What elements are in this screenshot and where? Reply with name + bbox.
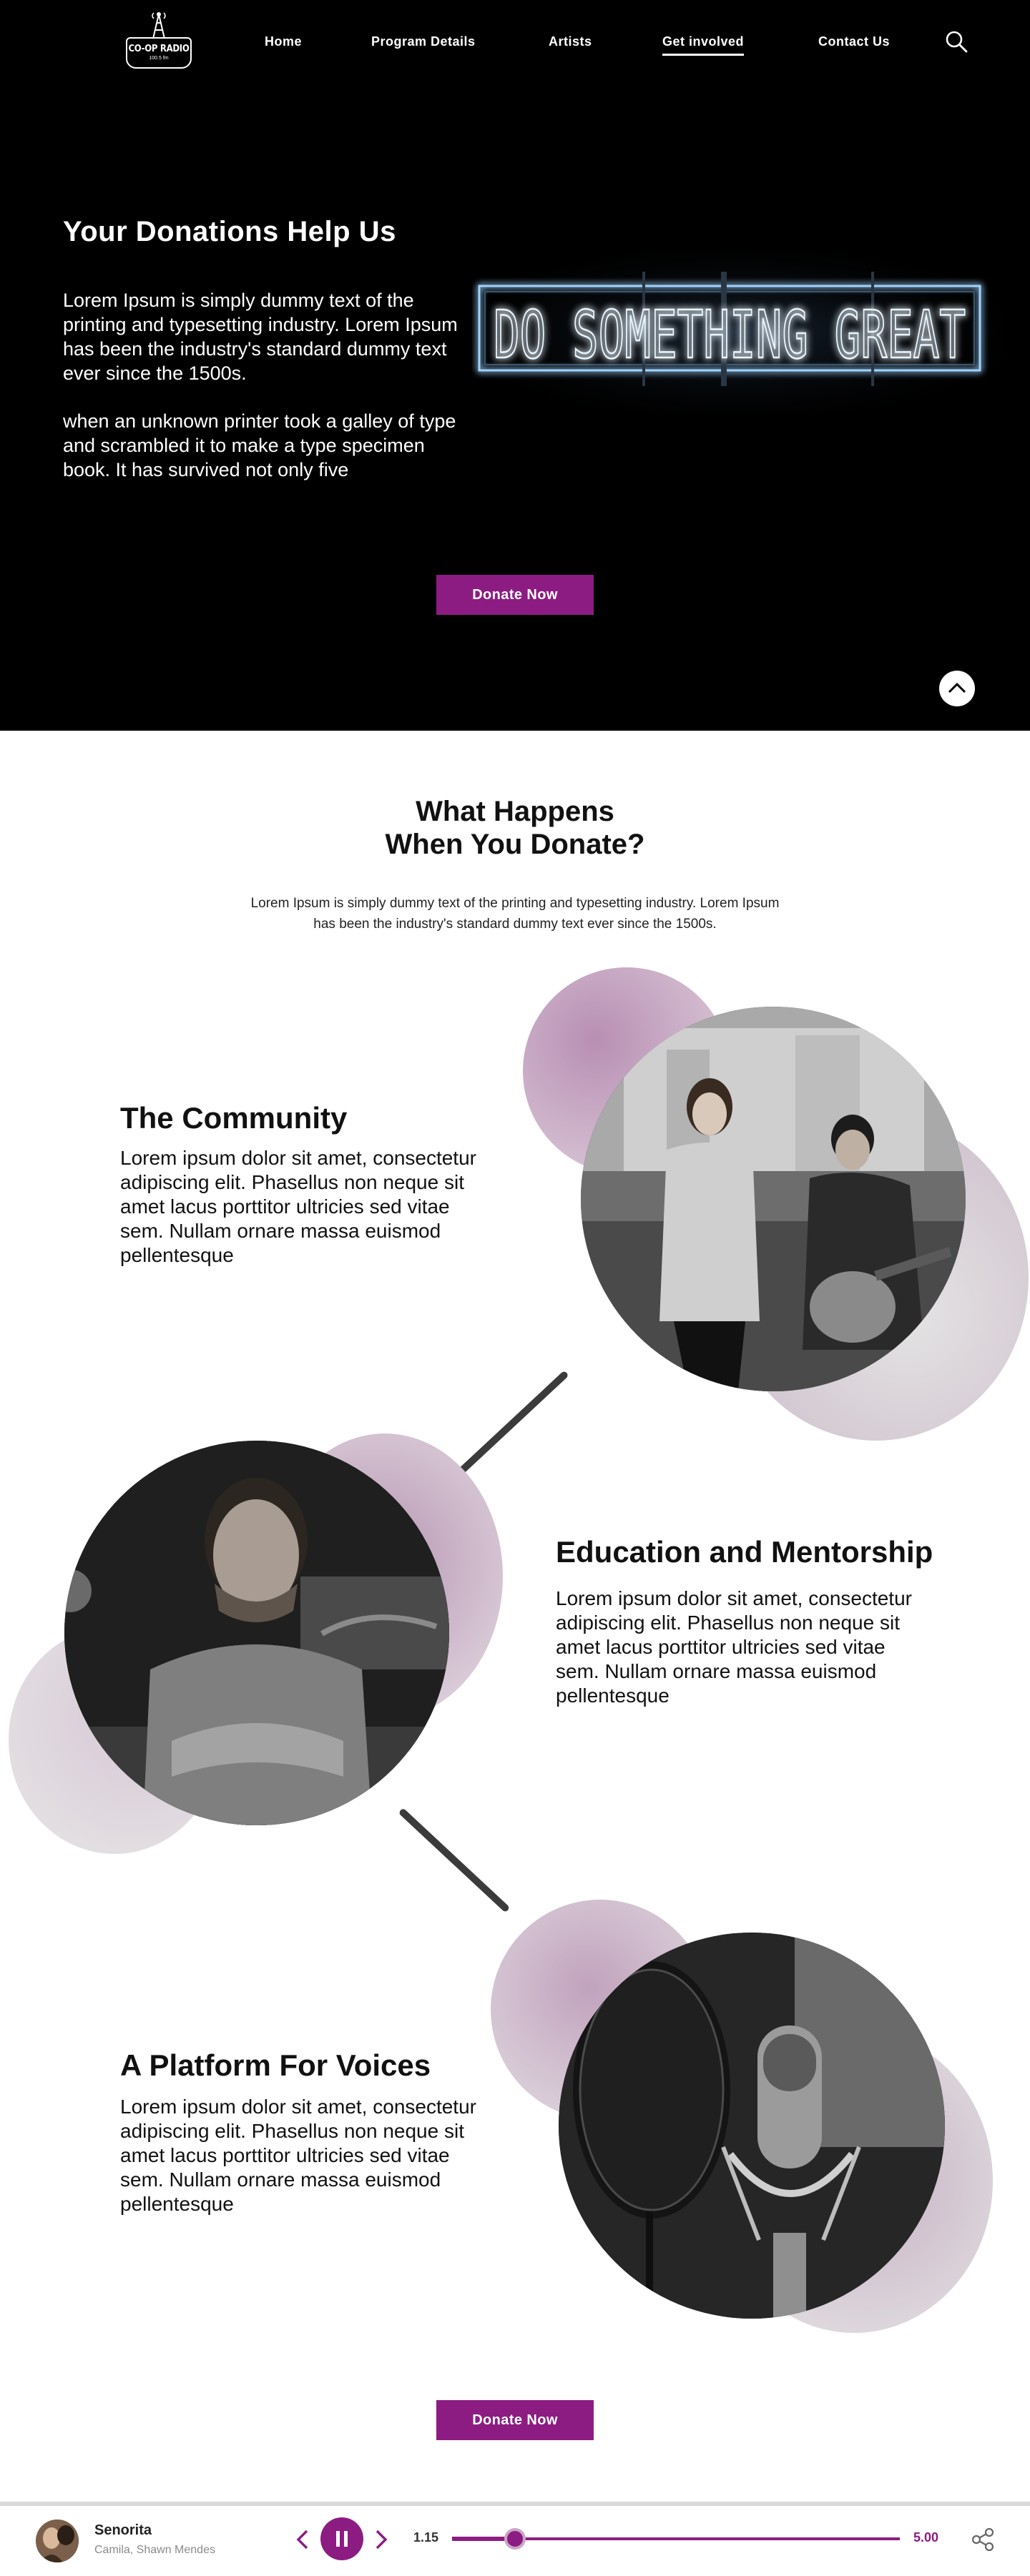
share-icon[interactable] <box>970 2527 996 2552</box>
mentor-photo-image <box>64 1441 449 1825</box>
section-body-community: Lorem ipsum dolor sit amet, consectetur … <box>120 1147 476 1266</box>
section-title-community: The Community <box>120 1101 348 1135</box>
nav-program-details[interactable]: Program Details <box>371 34 476 49</box>
nav-contact-us[interactable]: Contact Us <box>818 34 890 49</box>
impact-subtitle: Lorem Ipsum is simply dummy text of the … <box>250 896 780 932</box>
section-body-platform: Lorem ipsum dolor sit amet, consectetur … <box>120 2096 476 2215</box>
community-photo <box>581 1007 966 1391</box>
total-time: 5.00 <box>913 2530 939 2545</box>
neon-sign-image: DO SOMETHING GREAT <box>472 250 1001 415</box>
nav-home[interactable]: Home <box>265 34 302 49</box>
section-title-platform: A Platform For Voices <box>120 2048 431 2082</box>
section-body-education: Lorem ipsum dolor sit amet, consectetur … <box>556 1587 912 1707</box>
pause-icon <box>336 2531 348 2547</box>
connector-line <box>398 1807 511 1913</box>
neon-sign-text: DO SOMETHING GREAT <box>494 297 966 373</box>
logo-tagline: 100.5 fm <box>149 56 169 61</box>
search-icon[interactable] <box>944 29 968 54</box>
scroll-to-top-button[interactable] <box>939 671 975 706</box>
section-title-education: Education and Mentorship <box>556 1535 933 1569</box>
pause-button[interactable] <box>320 2517 363 2560</box>
track-title: Senorita <box>94 2522 152 2538</box>
donate-now-button-hero[interactable]: Donate Now <box>436 575 594 615</box>
previous-icon[interactable] <box>295 2529 310 2550</box>
nav-artists[interactable]: Artists <box>549 34 592 49</box>
album-cover-image <box>36 2520 79 2562</box>
hero-title: Your Donations Help Us <box>63 216 396 247</box>
donate-now-button-bottom[interactable]: Donate Now <box>436 2400 594 2440</box>
progress-handle[interactable] <box>504 2528 526 2550</box>
radio-tower-icon <box>152 12 166 39</box>
impact-title-line-2: When You Donate? <box>385 829 645 860</box>
mentor-photo <box>64 1441 449 1825</box>
impact-title: What Happens When You Donate? <box>0 795 1030 861</box>
hero-paragraph-2: when an unknown printer took a galley of… <box>63 410 456 480</box>
logo-badge: CO-OP RADIO 100.5 fm <box>126 37 192 69</box>
site-logo[interactable]: CO-OP RADIO 100.5 fm <box>123 11 195 71</box>
nav-get-involved[interactable]: Get involved <box>662 34 745 56</box>
track-artist: Camila, Shawn Mendes <box>94 2544 215 2556</box>
community-photo-image <box>581 1007 966 1391</box>
hero-paragraph-1: Lorem Ipsum is simply dummy text of the … <box>63 290 458 384</box>
impact-title-line-1: What Happens <box>416 796 614 827</box>
next-icon[interactable] <box>373 2529 389 2550</box>
hero-section: CO-OP RADIO 100.5 fm Home Program Detail… <box>0 0 1030 731</box>
logo-name: CO-OP RADIO <box>128 44 190 54</box>
microphone-photo <box>559 1933 945 2319</box>
track-cover-avatar[interactable] <box>36 2520 79 2562</box>
current-time: 1.15 <box>413 2530 439 2545</box>
chevron-up-icon <box>948 682 966 694</box>
microphone-photo-image <box>559 1933 945 2319</box>
